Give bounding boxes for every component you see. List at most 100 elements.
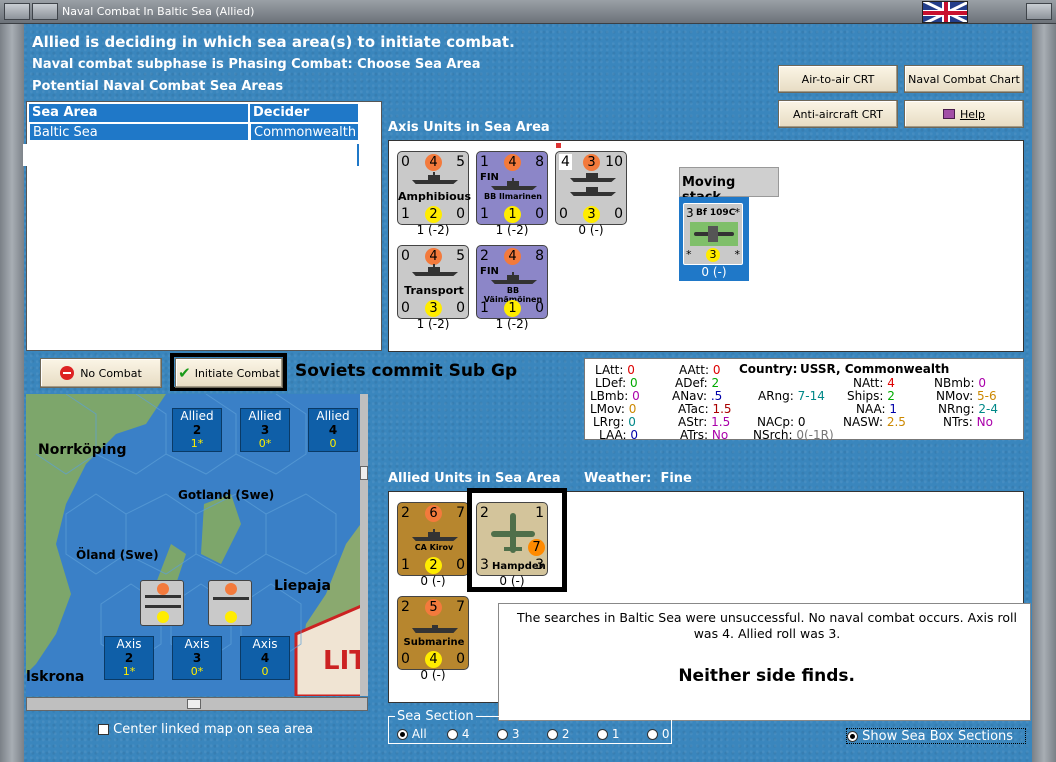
help-label: Help bbox=[959, 107, 986, 121]
ship-icon bbox=[412, 264, 458, 276]
map-horizontal-scrollbar[interactable] bbox=[26, 697, 368, 711]
unit-counter-convoy-stack[interactable]: 4 3 10 0 3 0 bbox=[555, 151, 627, 225]
map-horizontal-scroll-thumb[interactable] bbox=[187, 699, 201, 709]
map-unit-counter-amphibious[interactable] bbox=[208, 580, 252, 626]
unit-stat: 0 bbox=[456, 206, 465, 222]
unit-counter-bb-ilmarinen[interactable]: 1 4 8 FIN BB Ilmarinen 1 1 0 bbox=[476, 151, 548, 225]
soviets-commit-text: Soviets commit Sub Gp bbox=[295, 361, 518, 381]
unit-counter-submarine[interactable]: 2 5 7 Submarine 0 4 0 bbox=[397, 596, 469, 670]
radio-0[interactable]: 0 bbox=[647, 727, 669, 741]
aircraft-icon bbox=[690, 222, 738, 246]
unit-stat: 2 bbox=[425, 206, 442, 223]
table-row-sea-area[interactable]: Baltic Sea bbox=[29, 123, 249, 141]
checkmark-icon: ✔ bbox=[178, 364, 191, 382]
unit-stat: 1 bbox=[480, 300, 489, 316]
unit-counter-bf-109c[interactable]: 3 Bf 109C * * 3 * bbox=[683, 203, 743, 265]
unit-stat: 1 bbox=[480, 154, 489, 170]
map-box-allied-2[interactable]: Allied 2 1* bbox=[172, 408, 222, 452]
map-box-value: 2 bbox=[192, 423, 202, 437]
stat-nacp: NACp: 0 bbox=[757, 415, 806, 429]
unit-stat: 1 bbox=[504, 206, 521, 223]
unit-stat: 7 bbox=[456, 599, 465, 615]
unit-stat: 3 bbox=[686, 206, 694, 220]
show-sea-box-radio[interactable] bbox=[847, 731, 858, 742]
unit-stat: * bbox=[734, 248, 741, 261]
unit-stat: 4 bbox=[425, 154, 442, 171]
stat-nasw: NASW: 2.5 bbox=[843, 415, 906, 429]
column-header-sea-area: Sea Area bbox=[29, 104, 249, 122]
window-title: Naval Combat In Baltic Sea (Allied) bbox=[62, 5, 255, 18]
sea-map[interactable]: Norrköping Gotland (Swe) Öland (Swe) Lie… bbox=[26, 394, 368, 696]
map-box-value: 3 bbox=[192, 651, 202, 665]
weather-label: Weather: Fine bbox=[584, 471, 692, 486]
map-box-value: 1* bbox=[190, 437, 204, 450]
naval-combat-chart-button[interactable]: Naval Combat Chart bbox=[904, 65, 1024, 93]
radio-3[interactable]: 3 bbox=[497, 727, 519, 741]
initiate-combat-button[interactable]: ✔ Initiate Combat bbox=[175, 358, 283, 388]
combat-result-text: Neither side finds. bbox=[678, 666, 855, 686]
unit-caption: 0 (-) bbox=[578, 223, 604, 237]
unit-stat: 0 bbox=[401, 248, 410, 264]
stat-adef: ADef: 2 bbox=[675, 376, 720, 390]
map-box-value: 0* bbox=[190, 665, 204, 678]
subphase-text: Naval combat subphase is Phasing Combat:… bbox=[32, 57, 481, 72]
map-vertical-scroll-thumb[interactable] bbox=[360, 466, 368, 480]
unit-stat: 0 bbox=[535, 206, 544, 222]
map-label-gotland: Gotland (Swe) bbox=[178, 488, 275, 502]
unit-counter-bb-vainamoinen[interactable]: 2 4 8 FIN BB Väinämöinen 1 1 0 bbox=[476, 245, 548, 319]
unit-caption: 1 (-2) bbox=[416, 317, 450, 331]
unit-stat: 3 bbox=[535, 557, 544, 573]
close-button[interactable] bbox=[1026, 3, 1052, 20]
unit-caption: 1 (-2) bbox=[416, 223, 450, 237]
unit-stat: 5 bbox=[456, 248, 465, 264]
radio-1[interactable]: 1 bbox=[597, 727, 619, 741]
unit-stat: 7 bbox=[456, 505, 465, 521]
initiate-combat-label: Initiate Combat bbox=[194, 366, 280, 380]
map-box-allied-4[interactable]: Allied 4 0 bbox=[308, 408, 358, 452]
unit-counter-hampden[interactable]: 2 1 7 3 Hampden 3 bbox=[476, 502, 548, 576]
map-box-value: 0 bbox=[261, 665, 269, 678]
table-row-decider[interactable]: Commonwealth bbox=[250, 123, 359, 141]
ship-icon bbox=[412, 529, 458, 541]
stat-latt: LAtt: 0 bbox=[595, 363, 635, 377]
unit-counter-transport[interactable]: 0 4 5 Transport 0 3 0 bbox=[397, 245, 469, 319]
show-sea-box-option[interactable]: Show Sea Box Sections bbox=[846, 728, 1026, 744]
map-box-axis-3[interactable]: Axis 3 0* bbox=[172, 636, 222, 680]
map-unit-counter-stack[interactable] bbox=[140, 580, 184, 626]
system-menu-button[interactable] bbox=[4, 3, 30, 20]
map-box-value: 3 bbox=[260, 423, 270, 437]
no-entry-icon bbox=[60, 366, 75, 380]
no-combat-button[interactable]: No Combat bbox=[40, 358, 162, 388]
stat-ntrs: NTrs: No bbox=[943, 415, 993, 429]
unit-name: Submarine bbox=[403, 637, 465, 648]
map-box-axis-4[interactable]: Axis 4 0 bbox=[240, 636, 290, 680]
allied-units-label: Allied Units in Sea Area bbox=[388, 471, 561, 486]
unit-stat: 1 bbox=[535, 505, 544, 521]
map-box-value: 4 bbox=[328, 423, 338, 437]
center-map-option[interactable]: Center linked map on sea area bbox=[98, 722, 313, 737]
unit-stat: 7 bbox=[528, 539, 545, 556]
help-button[interactable]: Help bbox=[904, 100, 1024, 128]
sea-area-table: Sea Area Decider Baltic Sea Commonwealth bbox=[23, 101, 382, 351]
status-heading: Allied is deciding in which sea area(s) … bbox=[32, 33, 515, 51]
minimize-button[interactable] bbox=[32, 3, 58, 20]
anti-aircraft-crt-button[interactable]: Anti-aircraft CRT bbox=[778, 100, 898, 128]
moving-stack-label: Moving stack bbox=[679, 167, 779, 205]
radio-4[interactable]: 4 bbox=[447, 727, 469, 741]
map-box-axis-2[interactable]: Axis 2 1* bbox=[104, 636, 154, 680]
air-to-air-crt-button[interactable]: Air-to-air CRT bbox=[778, 65, 898, 93]
unit-counter-amphibious[interactable]: 0 4 5 Amphibious 1 2 0 bbox=[397, 151, 471, 225]
unit-stat: 8 bbox=[535, 248, 544, 264]
unit-counter-ca-kirov[interactable]: 2 6 7 CA Kirov 1 2 0 bbox=[397, 502, 469, 576]
radio-all[interactable]: All bbox=[397, 727, 427, 741]
map-box-allied-3[interactable]: Allied 3 0* bbox=[240, 408, 290, 452]
unit-stat: 8 bbox=[535, 154, 544, 170]
map-vertical-scrollbar[interactable] bbox=[360, 394, 368, 696]
radio-2[interactable]: 2 bbox=[547, 727, 569, 741]
center-map-checkbox[interactable] bbox=[98, 724, 109, 735]
unit-stat: * bbox=[686, 248, 692, 261]
unit-stat: 6 bbox=[425, 505, 442, 522]
map-label-liepaja: Liepaja bbox=[274, 578, 331, 594]
unit-stat: 3 bbox=[425, 300, 442, 317]
unit-caption: 0 (-) bbox=[701, 265, 727, 279]
